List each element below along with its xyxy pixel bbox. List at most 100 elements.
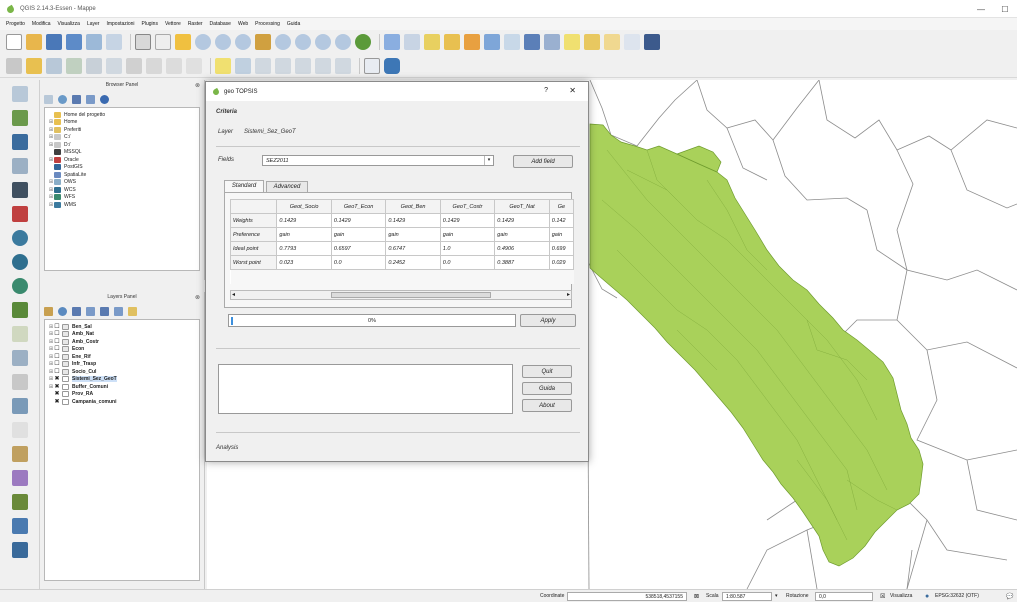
map-tips-icon[interactable] (564, 34, 580, 50)
table-cell[interactable]: gain (385, 227, 441, 242)
add-raster-layer-icon[interactable] (12, 110, 28, 126)
table-cell[interactable]: 0.699 (548, 241, 575, 256)
deselect-icon[interactable] (464, 34, 480, 50)
layer-visibility-checkbox[interactable]: ✖ (54, 399, 60, 405)
close-button[interactable]: ✕ (569, 86, 576, 95)
add-delimited-text-icon[interactable] (12, 302, 28, 318)
field-calculator-icon[interactable] (504, 34, 520, 50)
add-mssql-layer-icon[interactable] (12, 182, 28, 198)
column-header[interactable]: GeoT_Costr (439, 199, 496, 214)
table-cell[interactable]: 0.023 (276, 255, 332, 270)
scroll-left-icon[interactable]: ◂ (232, 291, 235, 298)
maximize-button[interactable]: ☐ (993, 0, 1017, 18)
move-feature-icon[interactable] (106, 57, 122, 74)
layer-item[interactable]: ✖ Campania_comuni (45, 398, 199, 406)
composer-manager-icon[interactable] (106, 34, 122, 50)
menu-guida[interactable]: Guida (287, 21, 300, 27)
statistics-icon[interactable] (524, 34, 540, 50)
add-selected-layers-icon[interactable] (44, 94, 53, 104)
browser-item[interactable]: ⊞ OWS (45, 179, 199, 187)
panel-close-icon[interactable]: ⊗ (195, 81, 200, 92)
browser-item[interactable]: PostGIS (45, 164, 199, 172)
layer-visibility-checkbox[interactable]: ✖ (54, 376, 60, 382)
new-project-icon[interactable] (6, 34, 22, 50)
layer-item[interactable]: ⊞ ✖ Sistemi_Sez_GeoT (45, 376, 199, 384)
table-cell[interactable]: 0.1429 (385, 213, 441, 228)
filter-expression-icon[interactable] (86, 306, 95, 316)
scroll-thumb[interactable] (331, 292, 491, 298)
crs-globe-icon[interactable]: ● (925, 593, 929, 600)
add-memory-layer-icon[interactable] (12, 446, 28, 462)
add-heatmap-icon[interactable] (12, 518, 28, 534)
zoom-next-icon[interactable] (335, 34, 351, 50)
rotation-field[interactable]: 0,0 (815, 591, 873, 601)
change-label-icon[interactable] (315, 57, 331, 74)
browser-item[interactable]: ⊞ WCS (45, 186, 199, 194)
table-cell[interactable]: gain (494, 227, 550, 242)
extents-toggle-icon[interactable]: ⊠ (694, 593, 699, 600)
add-image-icon[interactable] (12, 542, 28, 558)
column-header[interactable]: Geot_Socio (276, 199, 332, 214)
cut-features-icon[interactable] (146, 57, 162, 74)
geotopsis-plugin-icon[interactable] (364, 57, 380, 74)
table-cell[interactable]: gain (330, 227, 387, 242)
analysis-log-box[interactable] (218, 364, 513, 414)
browser-item[interactable]: MSSQL (45, 149, 199, 157)
column-header[interactable]: Ge (548, 199, 575, 214)
zoom-full-icon[interactable] (255, 34, 271, 50)
table-cell[interactable]: 0.7793 (276, 241, 332, 256)
row-header[interactable]: Worst point (229, 255, 278, 270)
table-cell[interactable]: 0.142 (548, 213, 575, 228)
table-cell[interactable]: 0.3887 (494, 255, 550, 270)
visibility-eye-icon[interactable] (58, 306, 67, 316)
layer-item[interactable]: ⊞ ☐ Econ (45, 346, 199, 354)
copy-features-icon[interactable] (166, 57, 182, 74)
layer-visibility-checkbox[interactable]: ☐ (54, 339, 60, 345)
quit-button[interactable]: Quit (522, 365, 572, 378)
add-postgis-layer-icon[interactable] (12, 134, 28, 150)
zoom-last-icon[interactable] (315, 34, 331, 50)
expand-all-icon[interactable] (100, 306, 109, 316)
guida-button[interactable]: Guida (522, 382, 572, 395)
layer-item[interactable]: ⊞ ☐ Infr_Trasp (45, 361, 199, 369)
menu-processing[interactable]: Processing (255, 21, 280, 27)
add-wcs-layer-icon[interactable] (12, 254, 28, 270)
add-geopackage-icon[interactable] (12, 470, 28, 486)
help-button[interactable]: ? (544, 87, 548, 94)
refresh-icon[interactable] (58, 94, 67, 104)
remove-layer-icon[interactable] (128, 306, 137, 316)
browser-item[interactable]: Home del progetto (45, 111, 199, 119)
coordinate-field[interactable]: 538518,4537155 (567, 591, 687, 601)
open-attribute-table-icon[interactable] (484, 34, 500, 50)
info-icon[interactable] (404, 34, 420, 50)
select-by-expression-icon[interactable] (444, 34, 460, 50)
help-book-icon[interactable] (644, 34, 660, 50)
save-as-icon[interactable] (66, 34, 82, 50)
menu-progetto[interactable]: Progetto (6, 21, 25, 27)
table-cell[interactable]: 0.1429 (439, 213, 496, 228)
table-cell[interactable]: 0.029 (548, 255, 575, 270)
properties-icon[interactable] (100, 94, 109, 104)
label-tool-icon[interactable] (215, 57, 231, 74)
table-cell[interactable]: 0.1429 (330, 213, 387, 228)
add-gps-icon[interactable] (12, 398, 28, 414)
apply-button[interactable]: Apply (520, 314, 576, 327)
rotate-label-icon[interactable] (295, 57, 311, 74)
layer-item[interactable]: ⊞ ☐ Socio_Cul (45, 368, 199, 376)
select-features-icon[interactable] (424, 34, 440, 50)
measure-icon[interactable] (544, 34, 560, 50)
layer-item[interactable]: ⊞ ☐ Amb_Costr (45, 338, 199, 346)
menu-modifica[interactable]: Modifica (32, 21, 51, 27)
zoom-layer-icon[interactable] (295, 34, 311, 50)
text-annotation-icon[interactable] (624, 34, 640, 50)
add-virtual-layer-icon[interactable] (12, 374, 28, 390)
layer-visibility-checkbox[interactable]: ☐ (54, 361, 60, 367)
current-edits-icon[interactable] (6, 57, 22, 74)
add-oracle-layer-icon[interactable] (12, 206, 28, 222)
layer-visibility-checkbox[interactable]: ☐ (54, 331, 60, 337)
new-bookmark-icon[interactable] (604, 34, 620, 50)
layer-item[interactable]: ⊞ ☐ Ben_Sal (45, 323, 199, 331)
print-composer-icon[interactable] (86, 34, 102, 50)
minimize-button[interactable]: — (969, 0, 993, 18)
save-project-icon[interactable] (46, 34, 62, 50)
